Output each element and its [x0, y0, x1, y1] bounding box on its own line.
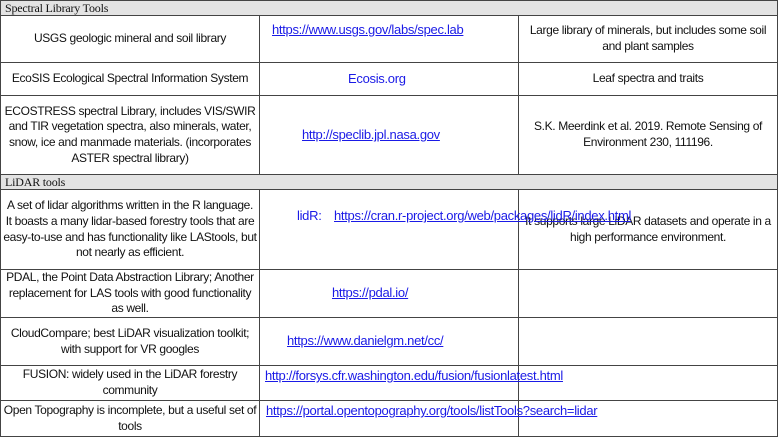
section-header: LiDAR tools: [0, 174, 778, 190]
description-cell: A set of lidar algorithms written in the…: [0, 189, 260, 270]
description-cell: ECOSTRESS spectral Library, includes VIS…: [0, 95, 260, 175]
link-cell: http://forsys.cfr.washington.edu/fusion/…: [259, 365, 563, 402]
table-row: CloudCompare; best LiDAR visualization t…: [0, 317, 778, 367]
notes-cell: It supports large LiDAR datasets and ope…: [518, 189, 778, 270]
table-row: EcoSIS Ecological Spectral Information S…: [0, 62, 778, 96]
link-cell: http://speclib.jpl.nasa.gov: [259, 95, 519, 175]
resource-table: Spectral Library Tools USGS geologic min…: [0, 0, 778, 438]
resource-link[interactable]: http://speclib.jpl.nasa.gov: [302, 127, 440, 143]
description-cell: CloudCompare; best LiDAR visualization t…: [0, 317, 260, 367]
resource-link[interactable]: https://portal.opentopography.org/tools/…: [266, 403, 598, 419]
description-cell: FUSION: widely used in the LiDAR forestr…: [0, 365, 260, 402]
link-cell: lidR: https://cran.r-project.org/web/pac…: [259, 189, 631, 270]
description-cell: USGS geologic mineral and soil library: [0, 15, 260, 63]
description-cell: EcoSIS Ecological Spectral Information S…: [0, 62, 260, 96]
table-row: PDAL, the Point Data Abstraction Library…: [0, 268, 778, 319]
description-cell: PDAL, the Point Data Abstraction Library…: [0, 268, 260, 319]
resource-link[interactable]: http://forsys.cfr.washington.edu/fusion/…: [265, 368, 563, 384]
link-cell: https://www.danielgm.net/cc/: [259, 317, 519, 367]
resource-link[interactable]: https://www.danielgm.net/cc/: [287, 333, 444, 349]
description-cell: Open Topography is incomplete, but a use…: [0, 400, 260, 438]
notes-cell: Leaf spectra and traits: [518, 62, 778, 96]
resource-link[interactable]: Ecosis.org: [348, 71, 406, 87]
table-row: Open Topography is incomplete, but a use…: [0, 400, 778, 438]
link-cell: Ecosis.org: [259, 62, 519, 96]
link-prefix: lidR:: [297, 208, 322, 223]
section-title: Spectral Library Tools: [0, 0, 778, 16]
link-cell: https://www.usgs.gov/labs/spec.lab: [259, 15, 519, 63]
section-header: Spectral Library Tools: [0, 0, 778, 16]
section-title: LiDAR tools: [0, 174, 778, 190]
table-row: ECOSTRESS spectral Library, includes VIS…: [0, 95, 778, 175]
notes-cell: [518, 317, 778, 367]
link-cell: https://pdal.io/: [259, 268, 519, 319]
link-cell: https://portal.opentopography.org/tools/…: [259, 400, 598, 438]
resource-link[interactable]: https://pdal.io/: [332, 285, 408, 301]
notes-cell: Large library of minerals, but includes …: [518, 15, 778, 63]
table-row: USGS geologic mineral and soil library h…: [0, 15, 778, 63]
notes-cell: [518, 268, 778, 319]
resource-link[interactable]: https://www.usgs.gov/labs/spec.lab: [272, 22, 464, 38]
table-row: FUSION: widely used in the LiDAR forestr…: [0, 365, 778, 402]
resource-link[interactable]: https://cran.r-project.org/web/packages/…: [334, 208, 631, 224]
table-row: A set of lidar algorithms written in the…: [0, 189, 778, 270]
notes-cell: S.K. Meerdink et al. 2019. Remote Sensin…: [518, 95, 778, 175]
